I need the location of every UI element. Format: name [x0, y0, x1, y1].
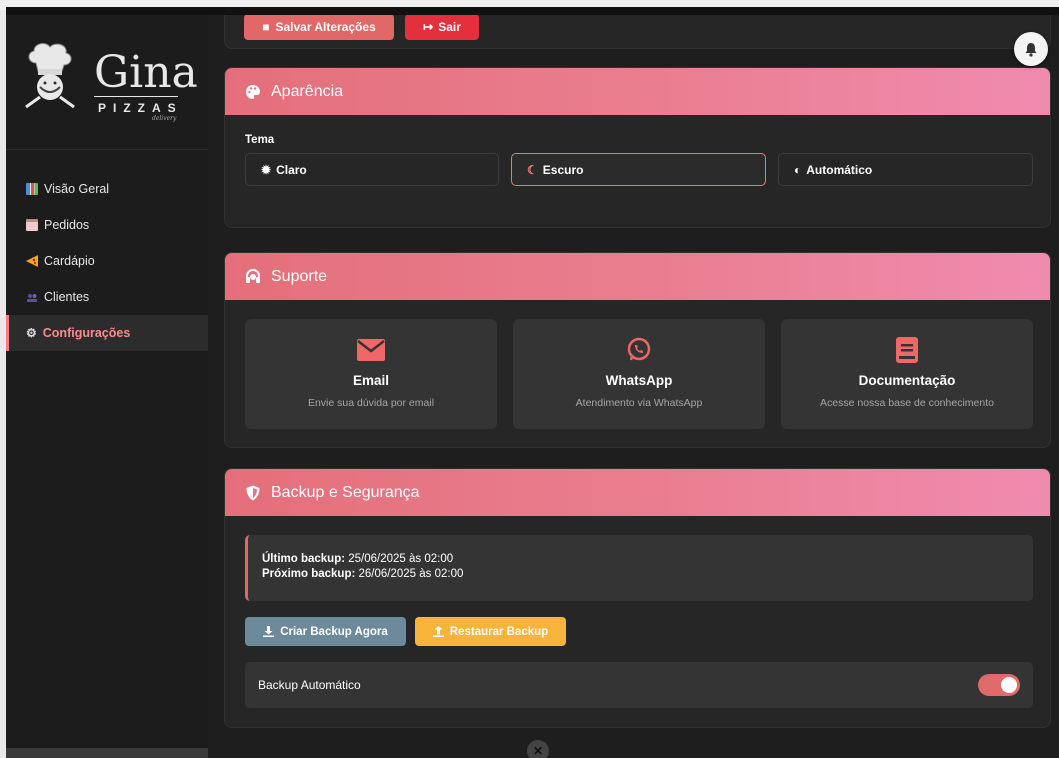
support-tile-title: WhatsApp	[605, 373, 673, 388]
brand-underline	[94, 96, 178, 97]
theme-option-escuro[interactable]: ☾ Escuro	[511, 153, 766, 186]
theme-option-label: Automático	[806, 162, 873, 177]
sun-icon: ✹	[261, 162, 272, 177]
clipboard-icon	[26, 219, 38, 231]
support-tile-documentacao[interactable]: Documentação Acesse nossa base de conhec…	[781, 319, 1033, 429]
save-icon: ■	[262, 20, 270, 34]
theme-option-claro[interactable]: ✹ Claro	[245, 153, 499, 186]
book-icon	[896, 337, 918, 363]
theme-option-label: Claro	[276, 162, 307, 177]
support-tile-email[interactable]: Email Envie sua dúvida por email	[245, 319, 497, 429]
theme-option-automatico[interactable]: ◐ Automático	[778, 153, 1033, 186]
actions-card: ■ Salvar Alterações ↦ Sair	[224, 15, 1051, 49]
sidebar-item-configuracoes[interactable]: ⚙ Configurações	[6, 315, 208, 351]
exit-label: Sair	[438, 20, 461, 34]
main-content: ■ Salvar Alterações ↦ Sair Aparência Tem…	[208, 15, 1059, 758]
auto-backup-row: Backup Automático	[245, 662, 1033, 708]
support-tile-desc: Acesse nossa base de conhecimento	[820, 397, 994, 409]
download-icon	[263, 626, 275, 637]
sidebar-item-pedidos[interactable]: Pedidos	[6, 207, 208, 243]
support-tile-whatsapp[interactable]: WhatsApp Atendimento via WhatsApp	[513, 319, 765, 429]
restore-backup-label: Restaurar Backup	[449, 625, 549, 638]
sidebar-divider	[6, 149, 208, 150]
section-title: Suporte	[271, 267, 328, 285]
sidebar-nav: Visão Geral Pedidos Cardápio Clientes ⚙ …	[6, 171, 208, 351]
upload-icon	[432, 626, 444, 637]
backup-card: Backup e Segurança Último backup: 25/06/…	[224, 468, 1051, 728]
section-title: Aparência	[271, 82, 344, 100]
backup-header: Backup e Segurança	[225, 469, 1050, 516]
create-backup-button[interactable]: Criar Backup Agora	[245, 617, 406, 646]
auto-backup-label: Backup Automático	[258, 678, 361, 692]
close-icon[interactable]: ✕	[527, 740, 549, 758]
envelope-icon	[357, 339, 385, 361]
users-icon	[27, 294, 37, 302]
sidebar-item-clientes[interactable]: Clientes	[6, 279, 208, 315]
toggle-knob	[1001, 677, 1017, 693]
save-button[interactable]: ■ Salvar Alterações	[244, 15, 394, 40]
support-tile-title: Email	[352, 373, 390, 388]
next-backup-value: 26/06/2025 às 02:00	[358, 568, 464, 580]
restore-backup-button[interactable]: Restaurar Backup	[415, 617, 566, 646]
sidebar-footer	[6, 748, 208, 758]
support-tile-desc: Atendimento via WhatsApp	[575, 397, 703, 409]
half-circle-icon: ◐	[794, 162, 802, 177]
section-title: Backup e Segurança	[271, 483, 420, 501]
sidebar: Gina PIZZAS delivery Visão Geral Pedidos…	[6, 15, 208, 758]
theme-option-label: Escuro	[542, 162, 584, 177]
notification-button[interactable]	[1014, 32, 1048, 66]
support-card: Suporte Email Envie sua dúvida por email…	[224, 252, 1051, 448]
create-backup-label: Criar Backup Agora	[280, 625, 388, 638]
last-backup-value: 25/06/2025 às 02:00	[348, 553, 454, 565]
last-backup-row: Último backup: 25/06/2025 às 02:00	[262, 552, 1033, 567]
sidebar-item-label: Cardápio	[44, 254, 95, 268]
support-tile-title: Documentação	[858, 373, 956, 388]
auto-backup-toggle[interactable]	[978, 674, 1020, 696]
sidebar-item-visao-geral[interactable]: Visão Geral	[6, 171, 208, 207]
last-backup-label: Último backup:	[262, 553, 346, 565]
logout-icon: ↦	[423, 20, 434, 34]
brand-tagline: delivery	[152, 115, 177, 122]
theme-label: Tema	[245, 134, 275, 146]
sidebar-item-label: Pedidos	[44, 218, 90, 232]
window-top-edge	[0, 0, 1059, 15]
support-tile-desc: Envie sua dúvida por email	[307, 397, 435, 409]
chart-icon	[26, 183, 38, 195]
support-header: Suporte	[225, 253, 1050, 300]
moon-icon: ☾	[527, 162, 538, 177]
appearance-header: Aparência	[225, 68, 1050, 115]
sidebar-item-label: Visão Geral	[44, 182, 110, 196]
whatsapp-icon	[627, 337, 651, 361]
brand-name: Gina	[94, 47, 198, 98]
palette-icon	[246, 84, 260, 99]
sidebar-item-cardapio[interactable]: Cardápio	[6, 243, 208, 279]
exit-button[interactable]: ↦ Sair	[405, 15, 479, 40]
sidebar-item-label: Configurações	[42, 326, 131, 340]
brand-logo: Gina PIZZAS delivery	[18, 41, 198, 122]
next-backup-row: Próximo backup: 26/06/2025 às 02:00	[262, 567, 1033, 582]
shield-icon	[246, 485, 260, 500]
bell-icon	[1025, 42, 1037, 57]
headset-icon	[246, 268, 260, 283]
backup-info-box: Último backup: 25/06/2025 às 02:00 Próxi…	[245, 535, 1033, 601]
gear-icon: ⚙	[26, 326, 37, 340]
save-label: Salvar Alterações	[275, 20, 376, 34]
top-strip	[6, 7, 1059, 15]
pizza-icon	[26, 255, 38, 267]
sidebar-item-label: Clientes	[44, 290, 90, 304]
brand-subtitle: PIZZAS	[98, 101, 183, 115]
appearance-card: Aparência Tema ✹ Claro ☾ Escuro ◐ Automá…	[224, 67, 1051, 228]
next-backup-label: Próximo backup:	[262, 568, 356, 580]
